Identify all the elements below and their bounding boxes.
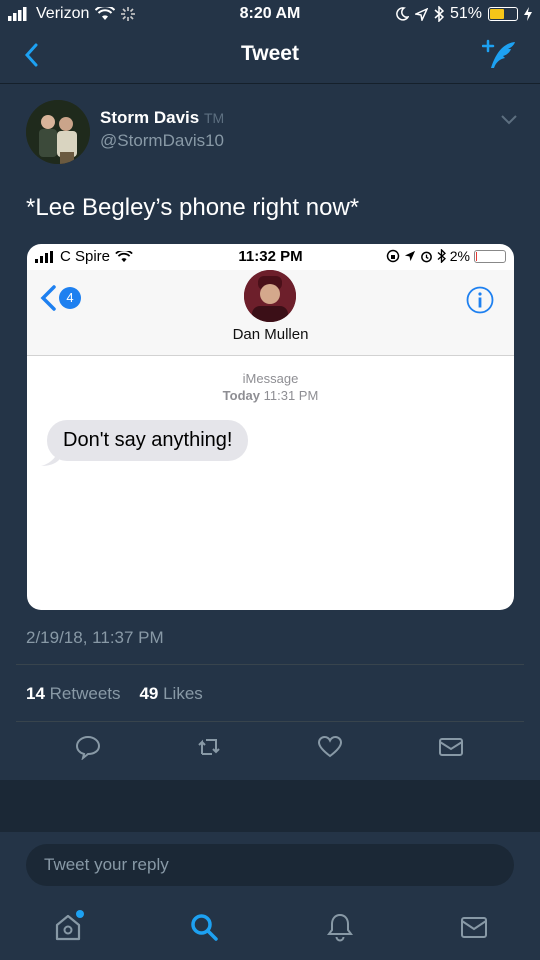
reply-input[interactable]: Tweet your reply [26, 844, 514, 886]
message-bubble: Don't say anything! [47, 420, 249, 461]
info-icon[interactable] [466, 286, 494, 314]
imessage-meta: iMessage Today 11:31 PM [27, 370, 514, 404]
embedded-status-bar: C Spire 11:32 PM 2% [27, 244, 514, 270]
retweet-count[interactable]: 14 [26, 684, 45, 703]
author-avatar[interactable] [26, 100, 90, 164]
imessage-time: 11:31 PM [263, 388, 319, 403]
embedded-bluetooth-icon [437, 249, 446, 263]
author-name-text: Storm Davis [100, 108, 200, 127]
reply-icon[interactable] [75, 734, 101, 760]
tweet-actions [0, 734, 540, 764]
likes-label[interactable]: Likes [163, 684, 203, 703]
imessage-header: 4 Dan Mullen [27, 270, 514, 356]
contact-name: Dan Mullen [232, 326, 309, 343]
imessage-back-button[interactable]: 4 [39, 284, 81, 312]
battery-icon [488, 7, 518, 21]
nav-bar: Tweet [0, 30, 540, 84]
notification-dot [76, 910, 84, 918]
bluetooth-icon [434, 6, 444, 22]
embedded-alarm-icon [420, 251, 432, 262]
author-name[interactable]: Storm Davis TM [100, 108, 224, 128]
tweet-timestamp: 2/19/18, 11:37 PM [26, 628, 164, 647]
moon-icon [396, 7, 409, 21]
heart-icon[interactable] [317, 734, 343, 760]
charging-icon [524, 7, 532, 21]
embedded-location-icon [404, 250, 415, 262]
imessage-date: Today [222, 388, 260, 403]
battery-percent: 51% [449, 5, 482, 22]
embedded-battery-percent: 2% [449, 248, 470, 264]
location-icon [414, 7, 428, 21]
unread-badge: 4 [59, 287, 81, 309]
page-title: Tweet [241, 42, 299, 65]
retweet-icon[interactable] [196, 734, 222, 760]
chevron-left-icon [40, 285, 56, 311]
tweet-stats: 14 Retweets 49 Likes [26, 684, 203, 704]
bell-icon[interactable] [325, 912, 355, 942]
author-handle[interactable]: @StormDavis10 [100, 131, 224, 151]
compose-tweet-icon[interactable] [482, 38, 518, 74]
contact-avatar [244, 270, 296, 322]
reply-placeholder: Tweet your reply [44, 855, 169, 874]
tweet-image[interactable]: C Spire 11:32 PM 2% 4 Dan Mullen iMessag… [27, 244, 514, 610]
retweets-label[interactable]: Retweets [50, 684, 121, 703]
share-message-icon[interactable] [438, 734, 464, 760]
messages-icon[interactable] [459, 912, 489, 942]
like-count[interactable]: 49 [139, 684, 158, 703]
status-bar: Verizon 8:20 AM 51% [0, 0, 540, 30]
reply-area: Tweet your reply [0, 832, 540, 960]
tweet-detail: Storm Davis TM @StormDavis10 *Lee Begley… [0, 84, 540, 780]
tweet-text: *Lee Begley’s phone right now* [26, 194, 360, 221]
divider [16, 664, 524, 665]
embedded-battery-icon [474, 249, 506, 263]
chevron-down-icon[interactable] [500, 114, 518, 126]
author-name-suffix: TM [203, 110, 225, 126]
search-icon[interactable] [189, 912, 219, 942]
embedded-rotation-lock-icon [386, 249, 400, 263]
imessage-service: iMessage [242, 371, 299, 386]
divider [16, 721, 524, 722]
